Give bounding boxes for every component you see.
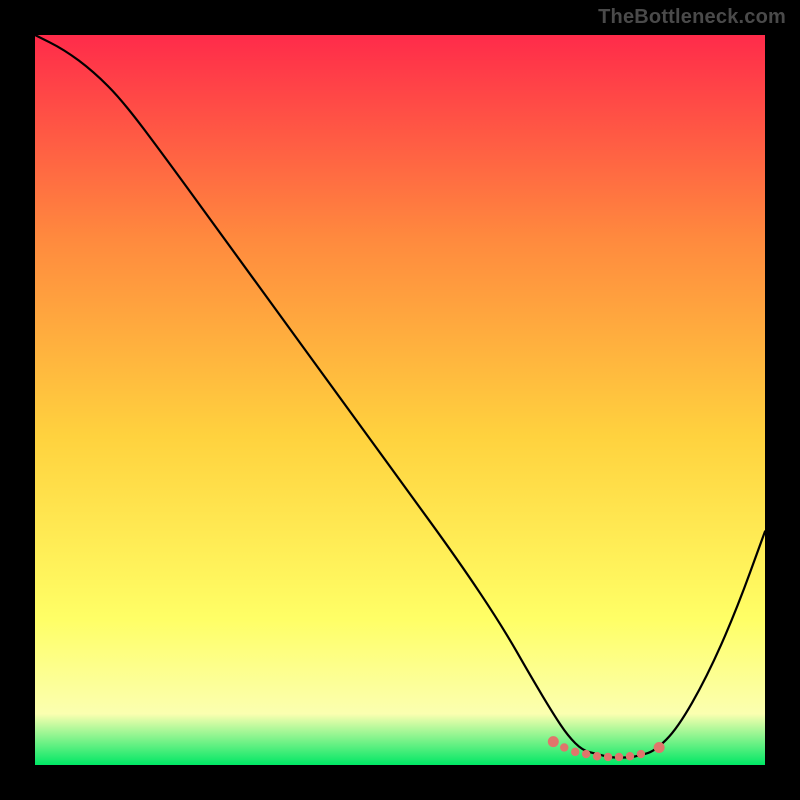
- stage: TheBottleneck.com: [0, 0, 800, 800]
- watermark-text: TheBottleneck.com: [598, 6, 786, 29]
- optimal-dot: [637, 750, 645, 758]
- chart-svg: [35, 35, 765, 765]
- optimal-dot: [654, 742, 665, 753]
- optimal-dot: [626, 752, 634, 760]
- optimal-dot: [571, 748, 579, 756]
- optimal-dot: [548, 736, 559, 747]
- optimal-dot: [615, 753, 623, 761]
- optimal-dot: [582, 750, 590, 758]
- optimal-dot: [560, 743, 568, 751]
- gradient-background: [35, 35, 765, 765]
- plot-area: [35, 35, 765, 765]
- optimal-dot: [604, 753, 612, 761]
- optimal-dot: [593, 752, 601, 760]
